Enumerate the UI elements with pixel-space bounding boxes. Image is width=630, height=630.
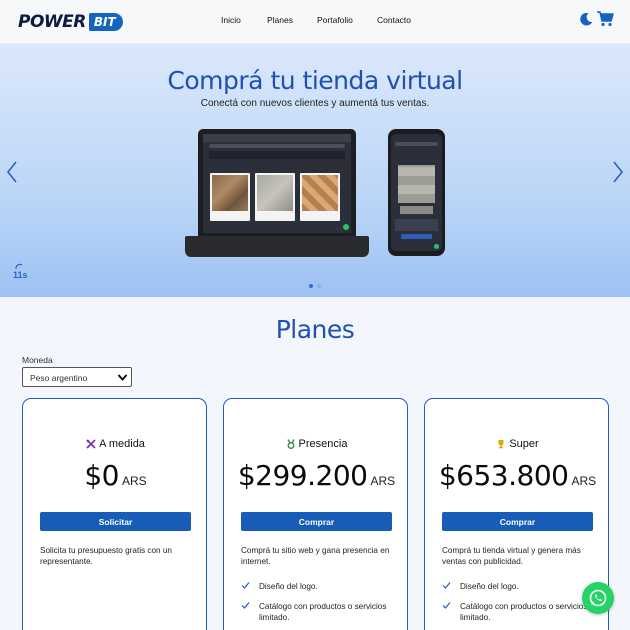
product-tile [255, 173, 295, 221]
product-tile [300, 173, 340, 221]
plan-name: Super [509, 437, 539, 450]
site-header: POWER BIT Inicio Planes Portafolio Conta… [0, 0, 630, 44]
feature-item: Catálogo con productos o servicios limit… [442, 601, 602, 625]
plan-name: A medida [99, 437, 145, 450]
nav-inicio[interactable]: Inicio [221, 15, 241, 25]
carousel-timer: 11s [13, 270, 28, 280]
hero-subtitle: Conectá con nuevos clientes y aumentá tu… [200, 98, 430, 109]
plan-description: Solicita tu presupuesto gratis con un re… [40, 546, 172, 566]
plan-description: Comprá tu sitio web y gana presencia en … [241, 546, 390, 566]
phone-mockup-image [388, 129, 445, 256]
cart-icon[interactable] [596, 10, 614, 28]
plan-currency: ARS [370, 474, 396, 488]
solicitar-button[interactable]: Solicitar [40, 512, 191, 531]
product-image [212, 175, 248, 211]
browser-url [209, 144, 345, 148]
plan-name-row: A medida [23, 435, 208, 450]
plan-currency: ARS [571, 474, 597, 488]
phone-url [395, 142, 438, 146]
plan-price-row: $299.200 ARS [224, 459, 409, 492]
plan-price: $653.800 [438, 459, 569, 492]
plan-price-row: $0 ARS [23, 459, 208, 492]
plans-title: Planes [275, 315, 355, 344]
carousel-prev-arrow-icon[interactable] [5, 160, 19, 184]
tools-icon [86, 439, 96, 449]
nav-portafolio[interactable]: Portafolio [317, 15, 353, 25]
feature-text: Diseño del logo. [460, 582, 519, 591]
phone-screen [391, 134, 442, 251]
plan-price: $299.200 [237, 459, 368, 492]
check-icon [241, 582, 250, 589]
plan-price: $0 [84, 459, 119, 492]
whatsapp-button[interactable] [582, 582, 614, 614]
comprar-button[interactable]: Comprar [442, 512, 593, 531]
product-image [302, 175, 338, 211]
whatsapp-icon [589, 589, 607, 607]
mock-site-header [209, 151, 345, 159]
currency-select[interactable]: Peso argentino [22, 367, 132, 387]
nav-contacto[interactable]: Contacto [377, 15, 411, 25]
check-icon [442, 582, 451, 589]
feature-text: Catálogo con productos o servicios limit… [460, 602, 588, 622]
check-icon [442, 602, 451, 609]
laptop-screen [203, 134, 351, 233]
chat-dot-icon [434, 244, 439, 249]
moon-icon[interactable] [578, 11, 594, 27]
plan-name-row: Super [425, 435, 610, 450]
phone-add-button [401, 234, 432, 239]
product-tile [210, 173, 250, 221]
phone-price-box [395, 219, 438, 231]
browser-bar [203, 134, 351, 142]
laptop-mockup-image [185, 129, 369, 257]
plan-currency: ARS [121, 474, 147, 488]
medal-icon [286, 438, 295, 449]
plan-card-a-medida: A medida $0 ARS Solicitar Solicita tu pre… [22, 398, 207, 630]
plan-price-row: $653.800 ARS [425, 459, 610, 492]
plan-card-presencia: Presencia $299.200 ARS Comprar Comprá tu … [223, 398, 408, 630]
hero-carousel: Comprá tu tienda virtual Conectá con nue… [0, 44, 630, 297]
feature-text: Diseño del logo. [259, 582, 318, 591]
carousel-dot[interactable] [317, 284, 321, 288]
plan-name: Presencia [298, 437, 348, 450]
carousel-dots [309, 284, 323, 288]
product-image [257, 175, 293, 211]
plan-description: Comprá tu tienda virtual y genera más ve… [442, 546, 581, 566]
main-nav: Inicio Planes Portafolio Contacto [0, 15, 630, 29]
phone-product-image [398, 165, 435, 203]
carousel-dot-active[interactable] [309, 284, 313, 288]
check-icon [241, 602, 250, 609]
comprar-button[interactable]: Comprar [241, 512, 392, 531]
chat-dot-icon [343, 224, 349, 230]
plan-name-row: Presencia [224, 435, 409, 450]
chevron-down-icon [117, 374, 128, 382]
laptop-base [185, 236, 369, 257]
nav-planes[interactable]: Planes [267, 15, 293, 25]
hero-title: Comprá tu tienda virtual [167, 66, 463, 95]
carousel-next-arrow-icon[interactable] [611, 160, 625, 184]
currency-label: Moneda [22, 355, 53, 365]
trophy-icon [498, 439, 504, 449]
feature-item: Catálogo con productos o servicios limit… [241, 601, 401, 625]
timer-ring-icon [15, 263, 23, 270]
phone-thumbnails [400, 206, 433, 214]
feature-text: Catálogo con productos o servicios limit… [259, 602, 387, 622]
currency-selected-value: Peso argentino [30, 373, 88, 383]
